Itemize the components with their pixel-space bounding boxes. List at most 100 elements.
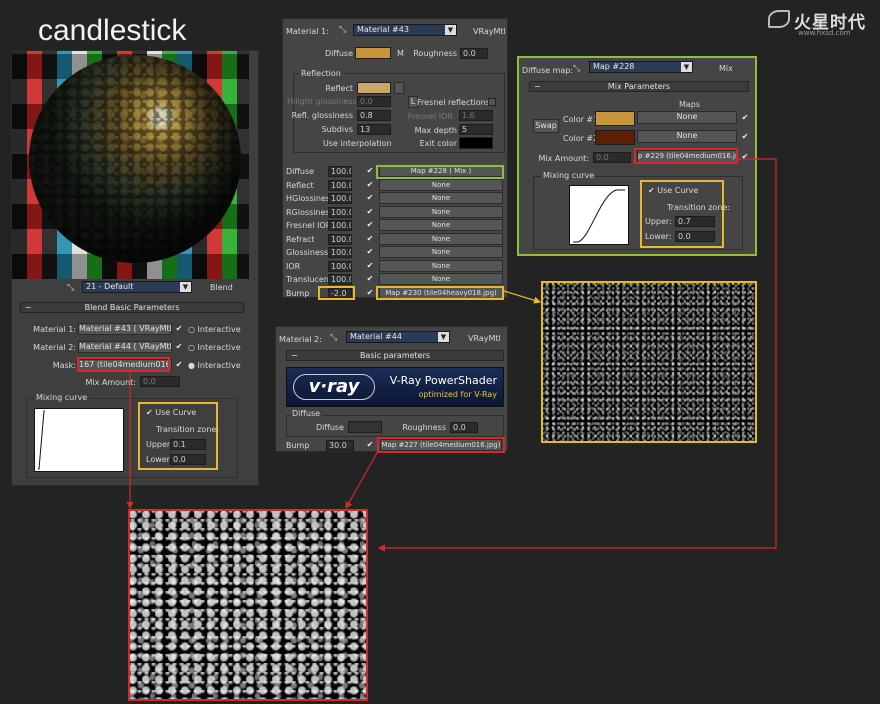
map-row-amount[interactable]: 100.0	[328, 260, 352, 272]
logo-mark-icon	[768, 10, 790, 28]
map-row-button[interactable]: None	[379, 178, 503, 191]
map-row: Translucent 100.0 ✔ None	[283, 273, 509, 286]
use-curve-checkbox[interactable]: ✔ Use Curve	[146, 408, 196, 417]
material-type-label[interactable]: Blend	[210, 283, 233, 292]
map-row-amount[interactable]: 100.0	[328, 274, 352, 285]
m2-bump-checkbox[interactable]: ✔	[366, 441, 374, 449]
material1-name-dropdown[interactable]: Material #43 ▼	[353, 24, 457, 36]
material1-type[interactable]: VRayMtl	[473, 27, 506, 36]
diffuse-label: Diffuse	[324, 49, 353, 58]
map-row-amount[interactable]: 100.0	[328, 220, 352, 231]
mat2-button[interactable]: Material #44 ( VRayMtl )	[78, 341, 172, 353]
reflect-label: Reflect	[325, 84, 353, 93]
exit-color-swatch[interactable]	[459, 137, 493, 149]
mixing-curve-label: Mixing curve	[34, 393, 90, 402]
fresnel-ior-spinner[interactable]: 1.6	[459, 110, 493, 121]
vray-logo: v·ray	[293, 374, 375, 400]
map-row-amount[interactable]: 100.0	[328, 206, 352, 218]
bump-amount-highlight	[318, 286, 355, 300]
mat1-label: Material 1:	[33, 325, 76, 334]
mat2-checkbox[interactable]: ✔	[175, 343, 183, 351]
hilight-spinner[interactable]: 0.0	[357, 96, 391, 107]
diffuse-map-highlight	[376, 165, 504, 179]
map-row-button[interactable]: None	[379, 273, 503, 285]
mix-amount-spinner[interactable]: 0.0	[140, 376, 180, 387]
mat1-interactive-radio[interactable]: ○ Interactive	[188, 325, 241, 334]
map-row: Reflect 100.0 ✔ None	[283, 178, 509, 192]
m2-diffuse-swatch[interactable]	[348, 421, 382, 433]
mask-checkbox[interactable]: ✔	[175, 361, 183, 369]
map-row-label: Fresnel IOR	[286, 221, 332, 230]
bump-map-highlight	[376, 286, 504, 300]
map-row-checkbox[interactable]: ✔	[366, 167, 374, 175]
material1-picker-icon[interactable]: ⤡	[339, 25, 346, 35]
map-row-checkbox[interactable]: ✔	[366, 207, 374, 216]
bump-texture-highlight	[541, 281, 757, 443]
map-row-amount[interactable]: 100.0	[328, 166, 352, 177]
m2-bump-spinner[interactable]: 30.0	[326, 440, 354, 451]
reflect-swatch[interactable]	[357, 82, 391, 94]
material2-type[interactable]: VRayMtl	[468, 334, 501, 343]
map-row-label: Refract	[286, 234, 315, 244]
material2-name-dropdown[interactable]: Material #44 ▼	[346, 331, 450, 343]
picker-icon[interactable]: ⤡	[67, 283, 74, 293]
map-row-button[interactable]: None	[379, 219, 503, 231]
map-row-checkbox[interactable]: ✔	[366, 261, 374, 270]
diffuse-map-m[interactable]: M	[397, 49, 404, 58]
reflect-map-button[interactable]	[394, 82, 404, 94]
map-row-amount[interactable]: 100.0	[328, 193, 352, 204]
map-row-checkbox[interactable]: ✔	[366, 248, 374, 256]
mask-interactive-radio[interactable]: ● Interactive	[188, 361, 241, 370]
blend-basic-rollout[interactable]: − Blend Basic Parameters	[20, 302, 244, 313]
m2-diffuse-label: Diffuse	[315, 423, 344, 432]
map-row-checkbox[interactable]: ✔	[366, 194, 374, 202]
map-row-checkbox[interactable]: ✔	[366, 288, 374, 297]
upper-spinner[interactable]: 0.1	[170, 439, 206, 450]
fresnel-checkbox[interactable]	[488, 98, 496, 106]
map-row-amount[interactable]: 100.0	[328, 233, 352, 245]
map-row-button[interactable]: None	[379, 246, 503, 258]
mat2-label: Material 2:	[33, 343, 76, 352]
lower-spinner[interactable]: 0.0	[170, 454, 206, 465]
map-row: Fresnel IOR 100.0 ✔ None	[283, 219, 509, 232]
m2-bump-label: Bump	[286, 441, 310, 450]
map-row-button[interactable]: None	[379, 192, 503, 204]
map-row-button[interactable]: None	[379, 259, 503, 272]
basic-params-rollout[interactable]: − Basic parameters	[286, 350, 504, 361]
refl-gloss-spinner[interactable]: 0.8	[357, 110, 391, 121]
mat1-button[interactable]: Material #43 ( VRayMtl )	[78, 323, 172, 335]
map-row-checkbox[interactable]: ✔	[366, 234, 374, 243]
diffuse-swatch[interactable]	[355, 47, 391, 59]
map-row-button[interactable]: None	[379, 205, 503, 218]
mixing-curve-graph	[34, 408, 124, 472]
m2-roughness-spinner[interactable]: 0.0	[450, 422, 478, 433]
map-row-checkbox[interactable]: ✔	[366, 180, 374, 189]
subdivs-spinner[interactable]: 13	[357, 124, 391, 135]
map-row: RGlossiness 100.0 ✔ None	[283, 205, 509, 219]
blend-panel: ⤡ 21 - Default ▼ Blend − Blend Basic Param…	[11, 50, 259, 486]
use-interp-label[interactable]: Use interpolation	[323, 139, 392, 148]
map-row-label: IOR	[286, 261, 301, 271]
map-row: Refract 100.0 ✔ None	[283, 232, 509, 246]
map-row-checkbox[interactable]: ✔	[366, 275, 374, 283]
max-depth-spinner[interactable]: 5	[459, 124, 493, 135]
mix-amount-label: Mix Amount:	[85, 378, 136, 387]
map-row-label: Reflect	[286, 180, 314, 190]
mat2-interactive-radio[interactable]: ○ Interactive	[188, 343, 241, 352]
mat1-checkbox[interactable]: ✔	[175, 325, 183, 333]
map-row-label: Bump	[286, 288, 310, 298]
map-row-amount[interactable]: 100.0	[328, 247, 352, 258]
map-row-button[interactable]: None	[379, 232, 503, 245]
bump-connector	[503, 290, 542, 304]
m2-bump-map-highlight	[377, 437, 505, 453]
map-row-label: HGlossiness	[286, 194, 335, 203]
map-row-amount[interactable]: 100.0	[328, 179, 352, 191]
chevron-down-icon: ▼	[445, 25, 456, 35]
map-row: Glossiness 100.0 ✔ None	[283, 246, 509, 259]
map-row-checkbox[interactable]: ✔	[366, 221, 374, 229]
material2-picker-icon[interactable]: ⤡	[330, 333, 337, 343]
material-name-dropdown[interactable]: 21 - Default ▼	[82, 281, 192, 293]
roughness-spinner[interactable]: 0.0	[460, 48, 488, 59]
map-row-label: RGlossiness	[286, 207, 334, 217]
m2-bump-connector	[345, 450, 379, 510]
